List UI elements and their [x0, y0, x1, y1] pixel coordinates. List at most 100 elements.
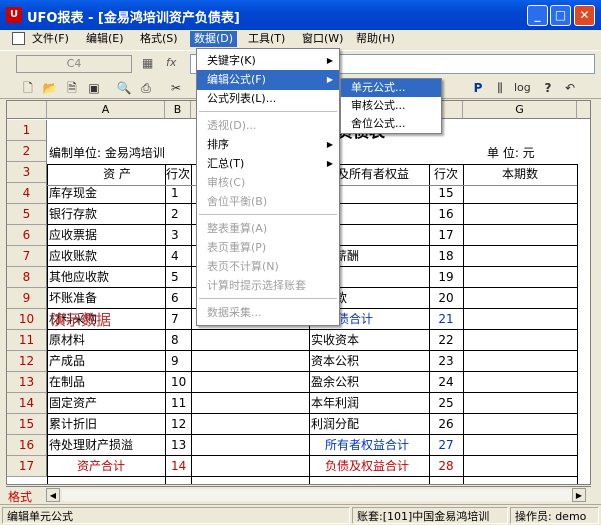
asset-item[interactable]: 应收账款: [49, 246, 163, 267]
liability-item[interactable]: 所有者权益合计: [325, 435, 441, 456]
asset-line-no[interactable]: 6: [171, 288, 179, 309]
liability-line-no[interactable]: 21: [429, 309, 463, 330]
liability-line-no[interactable]: 20: [429, 288, 463, 309]
data-menu-item[interactable]: 编辑公式(F) ▶: [197, 70, 339, 90]
data-menu-item[interactable]: 汇总(T) ▶: [197, 154, 339, 174]
asset-item[interactable]: 累计折旧: [49, 414, 163, 435]
title-bar[interactable]: U UFO报表 - [金易鸿培训资产负债表] _ □ ✕: [0, 0, 601, 30]
submenu-audit-formula[interactable]: 审核公式...: [341, 97, 441, 115]
menu-help[interactable]: 帮助(H): [352, 31, 399, 47]
open-icon[interactable]: 📂: [42, 80, 58, 96]
liability-item[interactable]: 负债及权益合计: [325, 456, 441, 477]
row-header[interactable]: 4: [7, 183, 47, 204]
asset-line-no[interactable]: 3: [171, 225, 179, 246]
asset-line-no[interactable]: 2: [171, 204, 179, 225]
close-button[interactable]: ✕: [574, 5, 595, 26]
asset-item[interactable]: 在制品: [49, 372, 163, 393]
menu-file[interactable]: 文件(F): [28, 31, 73, 47]
liability-item[interactable]: 实收资本: [311, 330, 427, 351]
asset-line-no[interactable]: 13: [171, 435, 186, 456]
asset-item[interactable]: 固定资产: [49, 393, 163, 414]
help-icon[interactable]: ?: [540, 80, 556, 96]
print-icon[interactable]: ⎙: [138, 80, 154, 96]
asset-item[interactable]: 银行存款: [49, 204, 163, 225]
row-header[interactable]: 1: [7, 120, 47, 141]
menu-edit[interactable]: 编辑(E): [82, 31, 128, 47]
column-header-b[interactable]: B: [165, 101, 191, 119]
data-menu-item[interactable]: 排序 ▶: [197, 135, 339, 155]
document-icon[interactable]: 🗎: [64, 80, 80, 96]
row-header[interactable]: 6: [7, 225, 47, 246]
liability-line-no[interactable]: 18: [429, 246, 463, 267]
row-header[interactable]: 11: [7, 330, 47, 351]
row-header[interactable]: 7: [7, 246, 47, 267]
liability-line-no[interactable]: 17: [429, 225, 463, 246]
cut-icon[interactable]: ✂: [168, 80, 184, 96]
row-header[interactable]: 5: [7, 204, 47, 225]
undo-icon[interactable]: ↶: [562, 80, 578, 96]
cell-name-box[interactable]: C4: [16, 55, 132, 73]
asset-line-no[interactable]: 11: [171, 393, 186, 414]
menu-window[interactable]: 窗口(W): [298, 31, 347, 47]
asset-item[interactable]: 库存现金: [49, 183, 163, 204]
menu-tools[interactable]: 工具(T): [244, 31, 289, 47]
data-menu-item[interactable]: 公式列表(L)...: [197, 89, 339, 109]
column-header-g[interactable]: G: [463, 101, 577, 119]
liability-item[interactable]: 利润分配: [311, 414, 427, 435]
row-header[interactable]: 13: [7, 372, 47, 393]
menu-format[interactable]: 格式(S): [136, 31, 182, 47]
log-icon[interactable]: log: [514, 80, 531, 96]
data-menu-item[interactable]: 关键字(K) ▶: [197, 51, 339, 71]
asset-line-no[interactable]: 8: [171, 330, 179, 351]
liability-item[interactable]: 负债合计: [325, 309, 441, 330]
asset-item[interactable]: 待处理财产损溢: [49, 435, 163, 456]
row-header[interactable]: 15: [7, 414, 47, 435]
row-header[interactable]: 3: [7, 162, 47, 183]
grid-corner[interactable]: [7, 101, 47, 119]
scroll-right-icon[interactable]: ▶: [572, 488, 586, 502]
menu-data[interactable]: 数据(D): [190, 31, 238, 47]
asset-line-no[interactable]: 12: [171, 414, 186, 435]
liability-item[interactable]: 本年利润: [311, 393, 427, 414]
column-header-a[interactable]: A: [47, 101, 165, 119]
asset-item[interactable]: 坏账准备: [49, 288, 163, 309]
submenu-rounding-formula[interactable]: 舍位公式...: [341, 115, 441, 133]
sheet-tab-format[interactable]: 格式: [8, 488, 32, 505]
fx-icon[interactable]: fx: [166, 56, 176, 69]
chart-icon[interactable]: ⫼: [492, 80, 508, 96]
liability-item[interactable]: 资本公积: [311, 351, 427, 372]
row-header[interactable]: 17: [7, 456, 47, 477]
p-icon[interactable]: P: [470, 80, 486, 96]
asset-item[interactable]: 原材料: [49, 330, 163, 351]
scroll-left-icon[interactable]: ◀: [46, 488, 60, 502]
liability-line-no[interactable]: 24: [429, 372, 463, 393]
asset-line-no[interactable]: 14: [171, 456, 186, 477]
liability-line-no[interactable]: 27: [429, 435, 463, 456]
liability-line-no[interactable]: 15: [429, 183, 463, 204]
row-header[interactable]: 2: [7, 141, 47, 162]
new-icon[interactable]: 🗋: [20, 80, 36, 96]
maximize-button[interactable]: □: [550, 5, 571, 26]
asset-item[interactable]: 其他应收款: [49, 267, 163, 288]
asset-line-no[interactable]: 7: [171, 309, 179, 330]
asset-item[interactable]: 产成品: [49, 351, 163, 372]
row-header[interactable]: 12: [7, 351, 47, 372]
submenu-cell-formula[interactable]: 单元公式...: [341, 79, 441, 97]
asset-line-no[interactable]: 1: [171, 183, 179, 204]
asset-item[interactable]: 应收票据: [49, 225, 163, 246]
liability-line-no[interactable]: 25: [429, 393, 463, 414]
liability-line-no[interactable]: 26: [429, 414, 463, 435]
save-icon[interactable]: ▣: [86, 80, 102, 96]
liability-line-no[interactable]: 19: [429, 267, 463, 288]
row-header[interactable]: 14: [7, 393, 47, 414]
row-header[interactable]: 10: [7, 309, 47, 330]
preview-icon[interactable]: 🔍: [116, 80, 132, 96]
liability-line-no[interactable]: 22: [429, 330, 463, 351]
horizontal-scrollbar[interactable]: [62, 489, 572, 501]
calculator-icon[interactable]: ▦: [142, 56, 153, 70]
row-header[interactable]: 16: [7, 435, 47, 456]
liability-item[interactable]: 盈余公积: [311, 372, 427, 393]
asset-line-no[interactable]: 5: [171, 267, 179, 288]
asset-line-no[interactable]: 4: [171, 246, 179, 267]
liability-line-no[interactable]: 16: [429, 204, 463, 225]
